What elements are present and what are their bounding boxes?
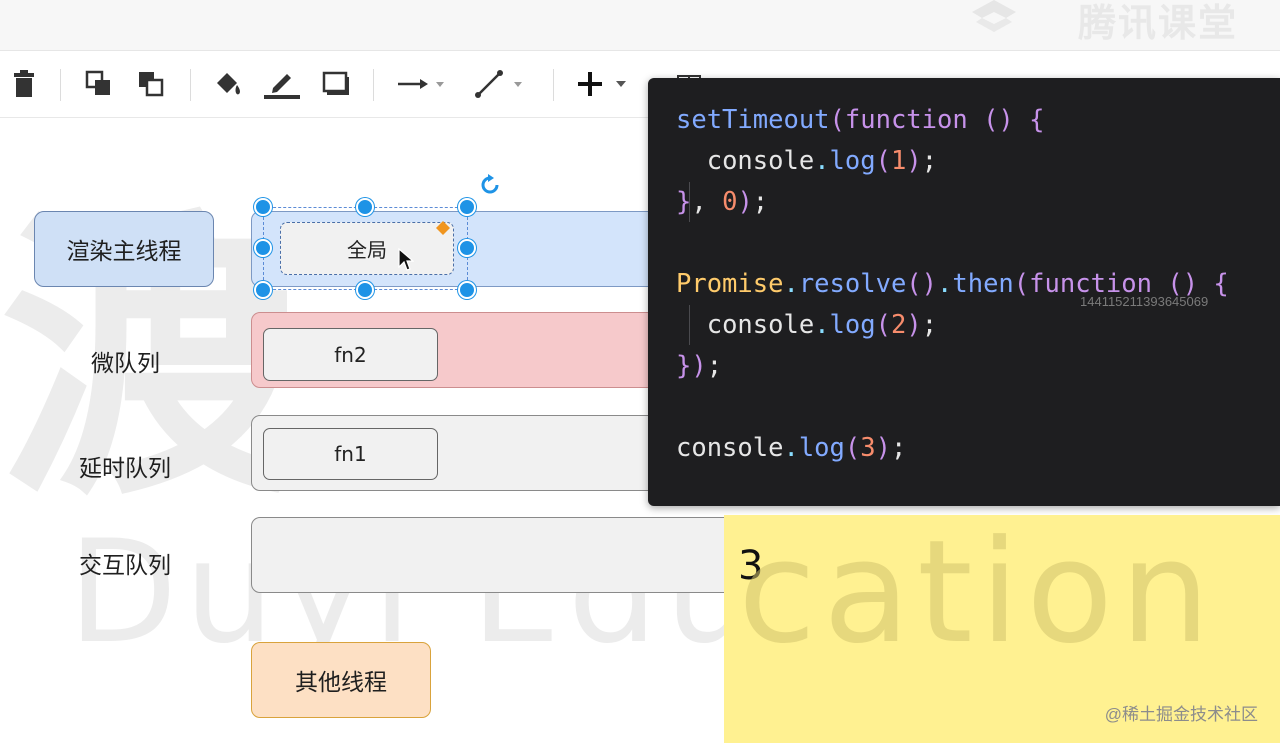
resize-handle-sw[interactable]: [254, 281, 272, 299]
toolbar-separator: [60, 69, 61, 101]
code-block: setTimeout(function () { console.log(1);…: [676, 100, 1229, 469]
resize-handle-e[interactable]: [458, 239, 476, 257]
brand-watermark: 腾讯课堂: [1077, 1, 1238, 45]
resize-handle-n[interactable]: [356, 198, 374, 216]
shadow-icon[interactable]: [321, 67, 353, 101]
line-color-icon[interactable]: [263, 67, 301, 101]
bring-to-front-icon[interactable]: [84, 67, 114, 101]
mouse-cursor-icon: [398, 248, 414, 271]
delay-queue-label: 延时队列: [79, 456, 171, 482]
fill-color-icon[interactable]: [212, 67, 246, 101]
delete-icon[interactable]: [10, 67, 38, 101]
connection-icon[interactable]: [396, 67, 454, 101]
selection-outline: [263, 207, 468, 290]
other-threads-label: 其他线程: [295, 670, 387, 696]
resize-handle-nw[interactable]: [254, 198, 272, 216]
code-stamp: 1441152113936450​69: [1080, 294, 1209, 309]
insert-icon[interactable]: [574, 67, 634, 101]
code-line-9: console.log(3);: [676, 433, 907, 463]
code-line-3: }, 0);: [676, 187, 769, 217]
rotate-handle-icon[interactable]: [478, 173, 502, 197]
resize-handle-ne[interactable]: [458, 198, 476, 216]
send-to-back-icon[interactable]: [136, 67, 166, 101]
toolbar-separator: [553, 69, 554, 101]
watermark-cation: cation: [738, 510, 1218, 675]
code-line-6: console.log(2);: [706, 310, 938, 340]
render-thread-node[interactable]: 渲染主线程: [34, 211, 214, 287]
resize-handle-s[interactable]: [356, 281, 374, 299]
interact-queue-label: 交互队列: [79, 553, 171, 579]
resize-handle-se[interactable]: [458, 281, 476, 299]
fn1-task-box[interactable]: fn1: [263, 428, 438, 480]
fn2-task-box[interactable]: fn2: [263, 328, 438, 381]
toolbar-separator: [373, 69, 374, 101]
fn2-label: fn2: [334, 342, 367, 367]
micro-queue-label: 微队列: [91, 351, 160, 377]
interact-queue-row[interactable]: [251, 517, 751, 593]
code-line-2: console.log(1);: [706, 146, 938, 176]
render-thread-label: 渲染主线程: [66, 239, 182, 265]
edit-style-diamond-icon[interactable]: [436, 221, 450, 235]
credit-text: @稀土掘金技术社区: [1104, 705, 1258, 724]
resize-handle-w[interactable]: [254, 239, 272, 257]
toolbar-separator: [190, 69, 191, 101]
code-line-7: });: [676, 351, 723, 381]
fn1-label: fn1: [334, 442, 367, 466]
waypoints-icon[interactable]: [474, 67, 532, 101]
code-line-1: setTimeout(function () {: [676, 105, 1045, 135]
brand-logo-icon: [972, 0, 1016, 32]
other-threads-node[interactable]: 其他线程: [251, 642, 431, 718]
code-editor-panel: setTimeout(function () { console.log(1);…: [648, 78, 1280, 506]
